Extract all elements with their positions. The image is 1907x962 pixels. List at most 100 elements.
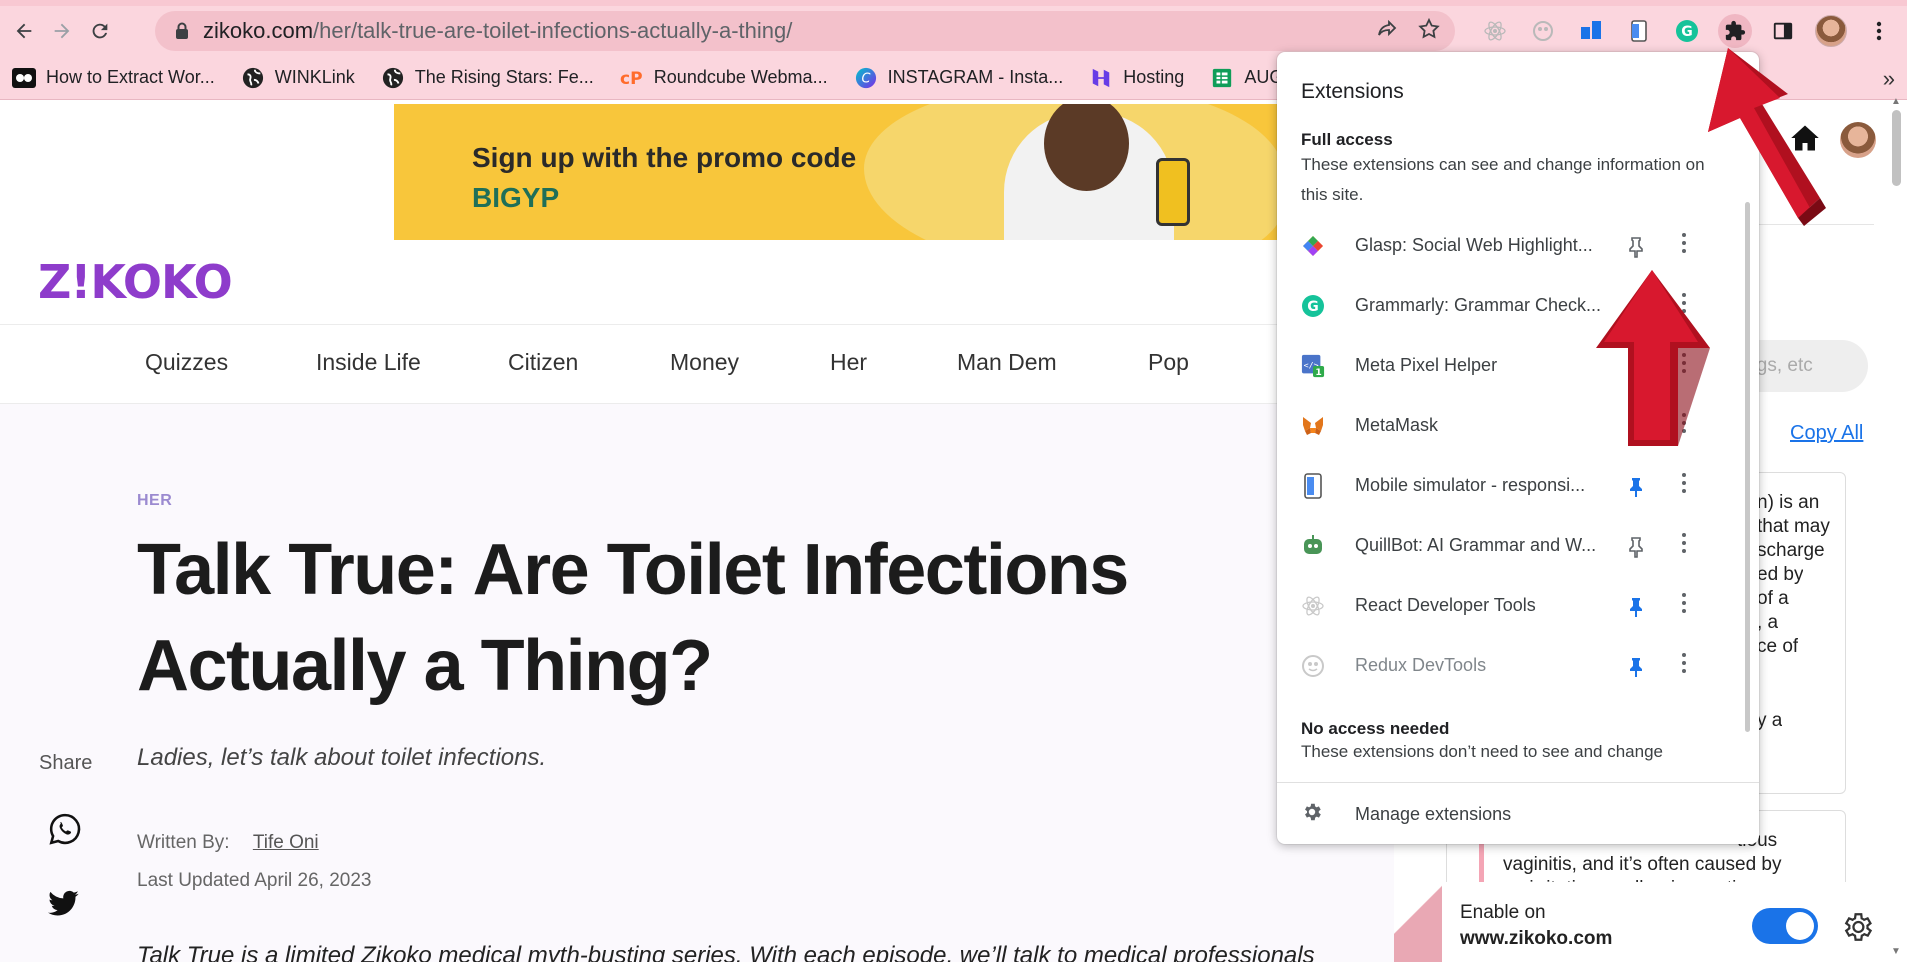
extension-more-button[interactable] [1679, 233, 1689, 253]
tab-layout-extension-icon[interactable] [1574, 14, 1608, 48]
reload-button[interactable] [82, 13, 118, 49]
author-link[interactable]: Tife Oni [253, 832, 319, 853]
card-text-line: ed by [1757, 564, 1804, 585]
nav-her[interactable]: Her [830, 349, 867, 376]
red-arrow-annotation [1708, 48, 1826, 226]
bookmark-item[interactable]: WINKLink [241, 66, 355, 90]
scroll-up-arrow[interactable]: ▲ [1891, 96, 1901, 107]
globe-icon [381, 66, 405, 90]
nav-inside-life[interactable]: Inside Life [316, 349, 421, 376]
pin-icon[interactable] [1627, 236, 1645, 263]
extension-item-mobile-simulator[interactable]: Mobile simulator - responsi... [1277, 456, 1737, 516]
extension-name: QuillBot: AI Grammar and W... [1355, 535, 1597, 555]
manage-extensions-label: Manage extensions [1355, 803, 1512, 824]
pin-filled-icon[interactable] [1627, 596, 1645, 623]
puzzle-icon [1725, 20, 1746, 41]
banner-headline: Sign up with the promo code [472, 142, 857, 173]
svg-text:G: G [1307, 299, 1319, 315]
canva-icon: C [854, 66, 878, 90]
arrow-left-icon [16, 23, 32, 39]
browser-toolbar: zikoko.com/her/talk-true-are-toilet-infe… [0, 6, 1907, 56]
extension-name: Mobile simulator - responsi... [1355, 475, 1586, 495]
page-scrollbar-thumb[interactable] [1892, 110, 1901, 186]
card-text-line: n) is an [1757, 492, 1820, 513]
mobile-simulator-toolbar-icon[interactable] [1622, 14, 1656, 48]
nav-quizzes[interactable]: Quizzes [145, 349, 228, 376]
side-panel-button[interactable] [1766, 14, 1800, 48]
category-kicker[interactable]: HER [137, 492, 172, 510]
article-intro: Talk True is a limited Zikoko medical my… [137, 942, 1315, 962]
extensions-puzzle-button[interactable] [1718, 14, 1752, 48]
pin-filled-icon[interactable] [1627, 656, 1645, 683]
extension-more-button[interactable] [1679, 473, 1689, 493]
card-text-line: that may [1757, 516, 1830, 537]
avatar [1815, 15, 1847, 47]
react-icon [1301, 594, 1325, 618]
manage-extensions-button[interactable]: Manage extensions [1301, 794, 1511, 834]
site-logo[interactable]: Z!KOKO [38, 255, 233, 309]
profile-avatar-button[interactable] [1814, 14, 1848, 48]
back-button[interactable] [6, 13, 42, 49]
enable-site: www.zikoko.com [1460, 928, 1613, 949]
redux-devtools-toolbar-icon[interactable] [1526, 14, 1560, 48]
extension-name: React Developer Tools [1355, 595, 1536, 615]
bookmark-label: INSTAGRAM - Insta... [887, 67, 1064, 87]
bookmark-item[interactable]: Hosting [1089, 66, 1184, 90]
extension-name: Redux DevTools [1355, 655, 1487, 675]
enable-label: Enable on [1460, 902, 1546, 923]
extension-item-glasp[interactable]: Glasp: Social Web Highlight... [1277, 216, 1737, 276]
extension-item-redux-devtools[interactable]: Redux DevTools [1277, 636, 1737, 696]
twitter-icon[interactable] [48, 890, 80, 923]
glasp-icon [1301, 234, 1325, 258]
extension-name: Grammarly: Grammar Check... [1355, 295, 1602, 315]
card-text-line: ce of [1757, 636, 1799, 657]
extension-more-button[interactable] [1679, 533, 1689, 553]
chrome-menu-button[interactable] [1862, 14, 1896, 48]
promo-banner[interactable]: Sign up with the promo code BIGYP [394, 104, 1394, 240]
extension-item-react-devtools[interactable]: React Developer Tools [1277, 576, 1737, 636]
bookmark-item[interactable]: cP Roundcube Webma... [620, 66, 828, 90]
site-nav: Quizzes Inside Life Citizen Money Her Ma… [0, 325, 1394, 403]
extension-more-button[interactable] [1679, 593, 1689, 613]
enable-on-site: Enable on www.zikoko.com [1460, 900, 1612, 952]
forward-button[interactable] [44, 13, 80, 49]
scroll-down-arrow[interactable]: ▼ [1891, 946, 1901, 957]
extension-more-button[interactable] [1679, 653, 1689, 673]
gear-icon[interactable] [1840, 910, 1874, 949]
nav-man-dem[interactable]: Man Dem [957, 349, 1057, 376]
red-arrow-annotation [1596, 270, 1710, 446]
bookmark-item[interactable]: How to Extract Wor... [12, 66, 215, 90]
globe-icon [241, 66, 265, 90]
pin-filled-icon[interactable] [1627, 476, 1645, 503]
nav-pop[interactable]: Pop [1148, 349, 1189, 376]
bookmark-item[interactable]: The Rising Stars: Fe... [381, 66, 594, 90]
enable-toggle[interactable] [1752, 908, 1818, 944]
quillbot-icon [1301, 534, 1325, 558]
title-line: Actually a Thing? [137, 626, 713, 706]
svg-text:C: C [861, 71, 870, 86]
bookmark-item[interactable]: C INSTAGRAM - Insta... [854, 66, 1064, 90]
extension-name: MetaMask [1355, 415, 1439, 435]
no-access-heading: No access needed [1301, 719, 1450, 738]
popup-scrollbar[interactable] [1745, 202, 1750, 732]
nav-citizen[interactable]: Citizen [508, 349, 578, 376]
lock-icon[interactable] [175, 22, 189, 40]
avatar[interactable] [1840, 122, 1876, 158]
extension-item-quillbot[interactable]: QuillBot: AI Grammar and W... [1277, 516, 1737, 576]
share-icon[interactable] [1375, 17, 1399, 46]
bookmark-star-icon[interactable] [1417, 17, 1441, 46]
react-devtools-toolbar-icon[interactable] [1478, 14, 1512, 48]
svg-text:cP: cP [620, 69, 643, 88]
nav-money[interactable]: Money [670, 349, 739, 376]
meta-pixel-icon: </> 1 [1301, 354, 1325, 378]
bookmarks-overflow-button[interactable]: » [1883, 66, 1895, 92]
share-label: Share [39, 752, 93, 774]
hosting-icon [1089, 66, 1113, 90]
article-subtitle: Ladies, let’s talk about toilet infectio… [137, 744, 547, 771]
kebab-menu-icon [1876, 21, 1882, 41]
grammarly-toolbar-icon[interactable]: G [1670, 14, 1704, 48]
pin-icon[interactable] [1627, 536, 1645, 563]
copy-all-link[interactable]: Copy All [1790, 422, 1863, 445]
whatsapp-icon[interactable] [48, 812, 82, 851]
address-bar[interactable]: zikoko.com/her/talk-true-are-toilet-infe… [155, 11, 1455, 51]
